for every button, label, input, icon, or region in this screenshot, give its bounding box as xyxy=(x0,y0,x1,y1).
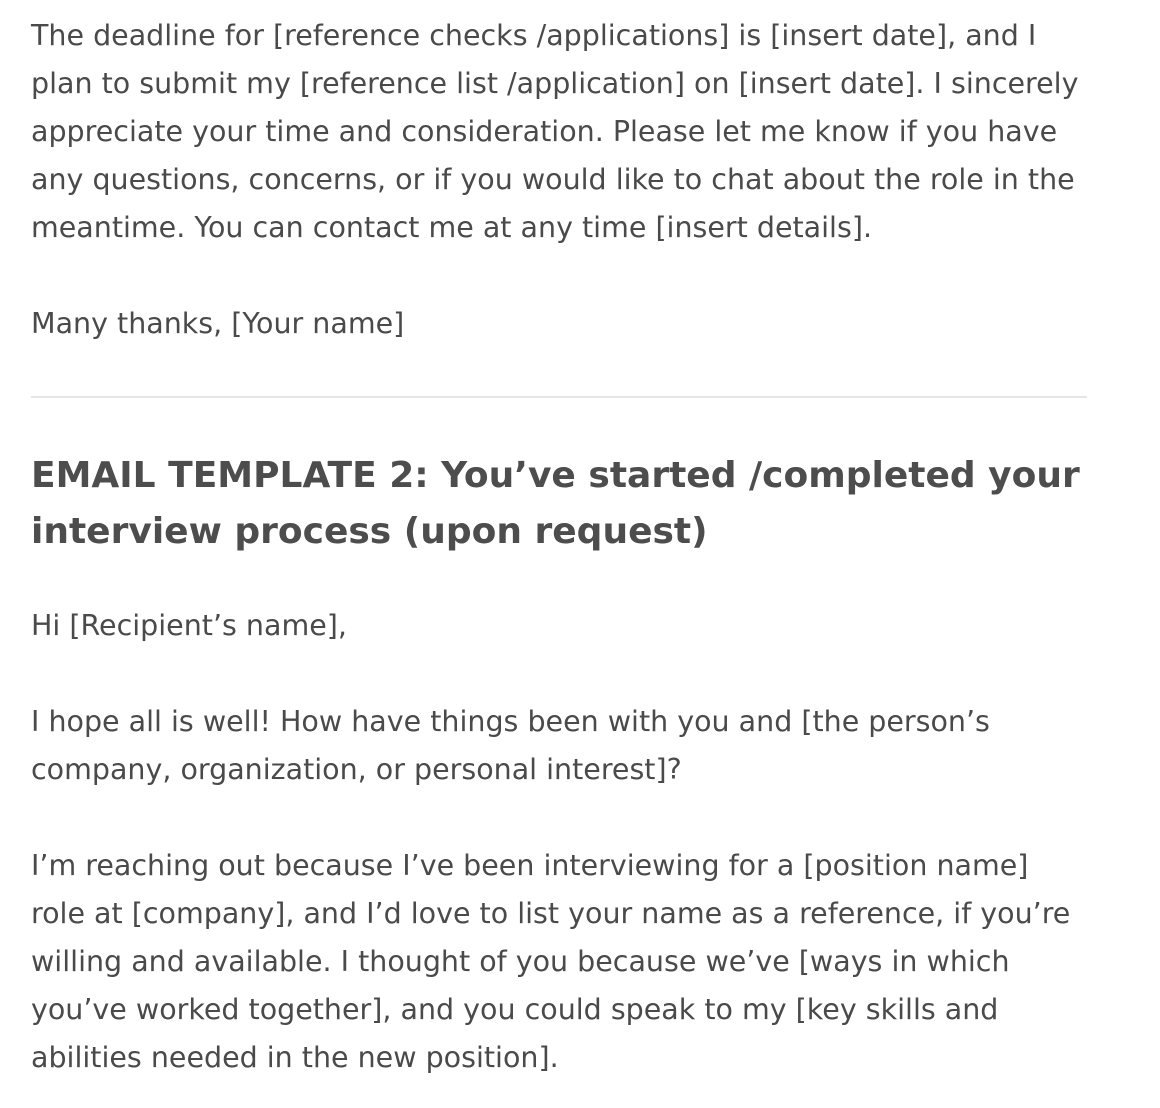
closing-paragraph: The deadline for [reference checks /appl… xyxy=(31,19,1079,244)
signoff-line: Many thanks, [Your name] xyxy=(31,307,405,340)
template-2-heading: EMAIL TEMPLATE 2: You’ve started /comple… xyxy=(31,455,1080,552)
request-paragraph: I’m reaching out because I’ve been inter… xyxy=(31,849,1071,1074)
greeting-line: Hi [Recipient’s name], xyxy=(31,609,347,642)
opening-paragraph: I hope all is well! How have things been… xyxy=(31,705,990,786)
section-divider xyxy=(31,396,1087,398)
article-content: The deadline for [reference checks /appl… xyxy=(31,12,1087,1082)
